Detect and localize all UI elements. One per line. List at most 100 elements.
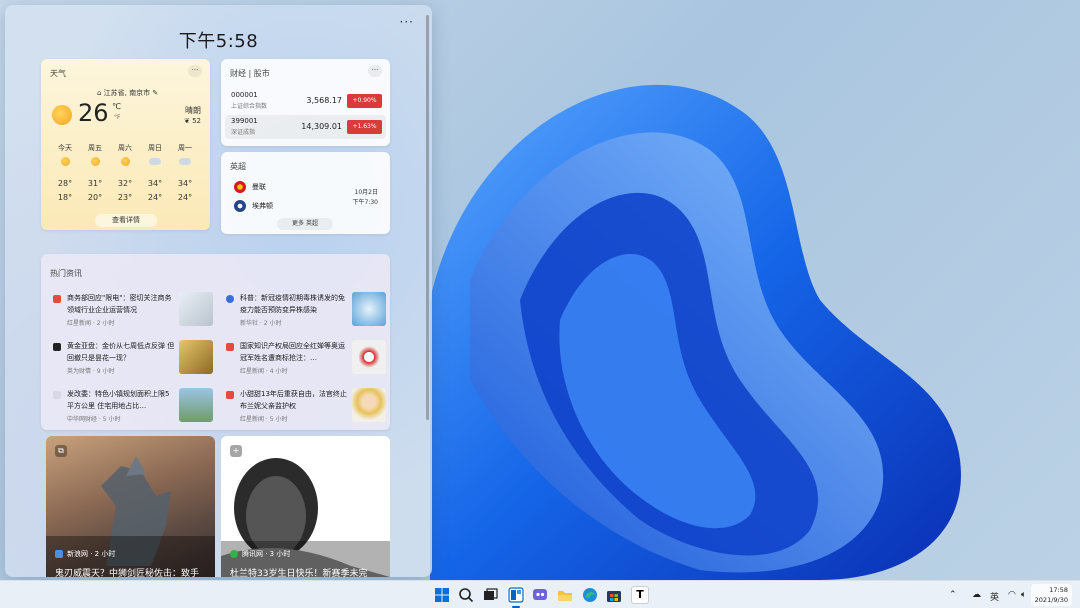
news-item[interactable]: 国家知识产权局回应全红婵等奥运冠军姓名遭商标抢注：… 红星新闻 · 4 小时	[226, 340, 386, 376]
manchester-united-crest-icon	[234, 181, 246, 193]
forecast-low: 18°	[57, 193, 73, 202]
source-icon	[226, 295, 234, 303]
news-source: 红星新闻 · 4 小时	[240, 368, 288, 375]
news-source: 新华社 · 2 小时	[240, 320, 282, 327]
forecast-high: 32°	[117, 179, 133, 188]
premier-league-widget[interactable]: 英超 曼联 埃弗顿 10月2日 下午7:30 更多 英超	[221, 152, 390, 234]
file-explorer-icon[interactable]	[556, 586, 574, 604]
cloud-tray-icon[interactable]: ☁	[972, 590, 981, 600]
weather-details-button[interactable]: 查看详情	[95, 214, 157, 227]
image-card-title: 鬼刃威震天？中狮剑匠秘佐击：致手	[55, 569, 200, 577]
copy-icon: ⧉	[55, 445, 67, 457]
home-team: 曼联	[234, 181, 266, 193]
news-thumbnail	[352, 340, 386, 374]
forecast-day: 今天	[58, 144, 72, 152]
news-item[interactable]: 黄金亚盘：金价从七周低点反弹 但回撤只是昙花一现？ 英为财情 · 9 小时	[53, 340, 213, 376]
football-title: 英超	[230, 162, 246, 171]
forecast-low: 24°	[177, 193, 193, 202]
image-card-source: 新浪网 · 2 小时	[55, 549, 115, 559]
forecast-low: 23°	[117, 193, 133, 202]
source-icon	[53, 391, 61, 399]
chat-icon[interactable]	[531, 586, 549, 604]
weather-location[interactable]: ⌂ 江苏省, 南京市 ✎	[97, 88, 158, 98]
forecast-high: 28°	[57, 179, 73, 188]
news-title: 热门资讯	[50, 269, 82, 278]
panel-scrollbar[interactable]	[426, 15, 429, 420]
news-thumbnail	[179, 340, 213, 374]
finance-title: 财经 | 股市	[230, 69, 270, 78]
more-premier-league-button[interactable]: 更多 英超	[277, 218, 333, 230]
news-source: 英为财情 · 9 小时	[67, 368, 115, 375]
news-headline: 科普：新冠疫情初期毒株诱发的免疫力能否预防变异株感染	[240, 294, 345, 314]
taskbar-clock[interactable]: 17:58 2021/9/30	[1030, 584, 1072, 606]
taskbar-date: 2021/9/30	[1034, 596, 1068, 604]
source-icon	[55, 550, 63, 558]
stock-name: 上证综合指数	[231, 103, 268, 110]
news-source: 红星新闻 · 2 小时	[67, 320, 115, 327]
cloud-icon	[179, 158, 191, 165]
forecast-high: 34°	[147, 179, 163, 188]
weather-more-icon[interactable]: ···	[188, 65, 202, 77]
source-icon	[226, 391, 234, 399]
finance-widget[interactable]: 财经 | 股市 ··· 000001 上证综合指数 3,568.17 +0.90…	[221, 59, 390, 146]
edit-icon[interactable]: ✎	[150, 89, 158, 97]
news-item[interactable]: 科普：新冠疫情初期毒株诱发的免疫力能否预防变异株感染 新华社 · 2 小时	[226, 292, 386, 328]
sun-icon	[121, 157, 130, 166]
source-icon	[53, 343, 61, 351]
match-time: 10月2日 下午7:30	[352, 189, 378, 206]
volume-icon[interactable]: 🔈︎	[1021, 590, 1026, 600]
store-icon[interactable]	[605, 586, 623, 604]
search-icon[interactable]	[457, 586, 475, 604]
news-item[interactable]: 商务部回应"限电"：密切关注商务领域行业企业运营情况 红星新闻 · 2 小时	[53, 292, 213, 328]
weather-condition: 晴朗	[185, 106, 201, 115]
taskbar: T ⌃ ☁ 英 ◠ 🔈︎ 17:58 2021/9/30	[0, 580, 1080, 608]
weather-title: 天气	[50, 69, 66, 78]
stock-code: 399001	[231, 117, 258, 125]
source-icon	[230, 550, 238, 558]
forecast-low: 24°	[147, 193, 163, 202]
finance-more-icon[interactable]: ···	[368, 65, 382, 77]
news-thumbnail	[179, 388, 213, 422]
celsius-unit[interactable]: ℃	[112, 102, 121, 111]
stock-change: +1.63%	[347, 120, 382, 134]
stock-value: 14,309.01	[301, 122, 342, 131]
ime-indicator[interactable]: 英	[990, 590, 999, 603]
stock-value: 3,568.17	[306, 96, 342, 105]
aqi-value: ❦ 52	[183, 117, 201, 125]
stock-row[interactable]: 000001 上证综合指数 3,568.17 +0.90%	[225, 89, 386, 113]
widgets-icon[interactable]	[507, 586, 525, 604]
stock-change: +0.90%	[347, 94, 382, 108]
news-headline: 小甜甜13年后重获自由，法官终止布兰妮父亲监护权	[240, 390, 347, 410]
news-source: 红星新闻 · 5 小时	[240, 416, 288, 423]
cloud-icon	[149, 158, 161, 165]
windows-start-icon[interactable]	[433, 586, 451, 604]
forecast-low: 20°	[87, 193, 103, 202]
image-card-source: 腾讯网 · 3 小时	[230, 549, 290, 559]
news-image-card[interactable]: ⧉ 新浪网 · 2 小时 鬼刃威震天？中狮剑匠秘佐击：致手	[46, 436, 215, 577]
edge-icon[interactable]	[581, 586, 599, 604]
source-icon	[226, 343, 234, 351]
news-thumbnail	[352, 292, 386, 326]
news-item[interactable]: 发改委：特色小镇规划面积上限5平方公里 住宅用地占比… 中华网财经 · 5 小时	[53, 388, 213, 424]
fahrenheit-unit[interactable]: °F	[114, 114, 120, 121]
news-item[interactable]: 小甜甜13年后重获自由，法官终止布兰妮父亲监护权 红星新闻 · 5 小时	[226, 388, 386, 424]
forecast-high: 34°	[177, 179, 193, 188]
news-thumbnail	[179, 292, 213, 326]
task-view-icon[interactable]	[481, 586, 499, 604]
forecast-day: 周五	[88, 144, 102, 152]
sun-icon	[52, 105, 72, 125]
forecast-day: 周一	[178, 144, 192, 152]
news-image-card[interactable]: + 腾讯网 · 3 小时 杜兰特33岁生日快乐！新赛季未完	[221, 436, 390, 577]
add-icon: +	[230, 445, 242, 457]
stock-row[interactable]: 399001 深证成指 14,309.01 +1.63%	[225, 115, 386, 139]
weather-widget[interactable]: 天气 ··· ⌂ 江苏省, 南京市 ✎ 26 ℃ °F 晴朗 ❦ 52 今天 周…	[41, 59, 210, 230]
forecast-day: 周日	[148, 144, 162, 152]
stock-code: 000001	[231, 91, 258, 99]
chevron-up-icon[interactable]: ⌃	[949, 590, 957, 600]
typora-icon[interactable]: T	[631, 586, 649, 604]
panel-more-icon[interactable]: ···	[400, 15, 414, 29]
taskbar-time: 17:58	[1049, 586, 1068, 594]
sun-icon	[61, 157, 70, 166]
wifi-icon[interactable]: ◠	[1008, 590, 1016, 600]
forecast-day: 周六	[118, 144, 132, 152]
